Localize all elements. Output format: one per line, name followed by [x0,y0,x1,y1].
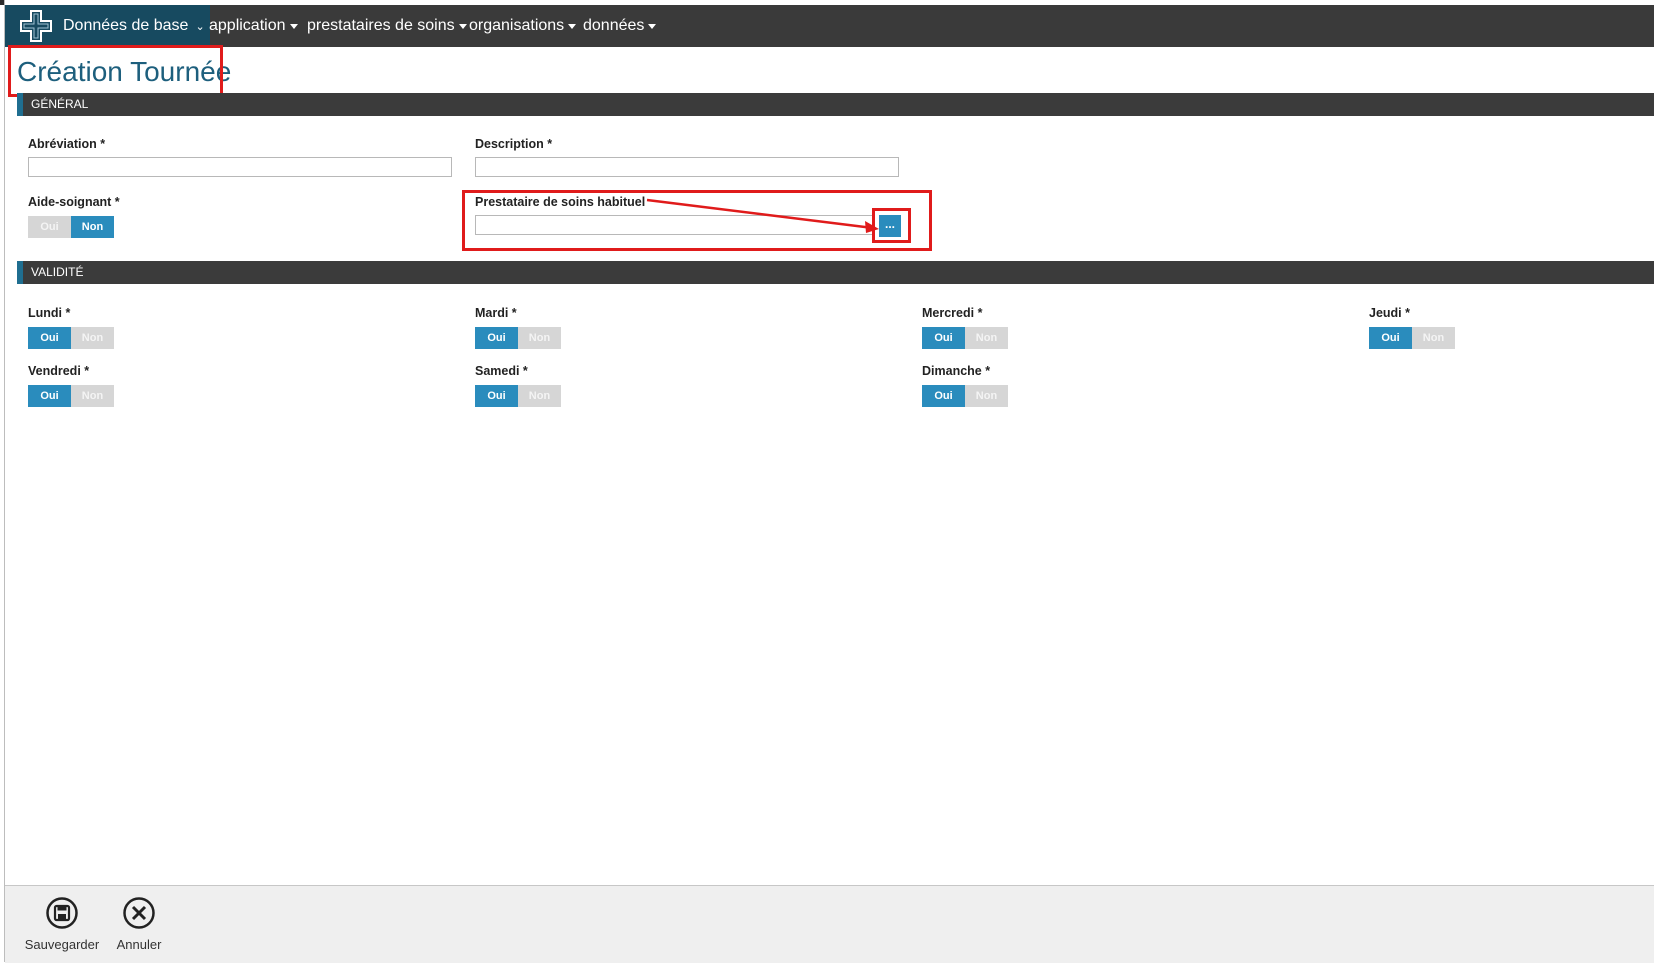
cancel-button-label: Annuler [116,937,162,952]
menu-donnees-label: données [583,17,645,34]
sunday-no-option[interactable]: Non [965,385,1008,407]
caret-down-icon [289,23,298,29]
saturday-no-option[interactable]: Non [518,385,561,407]
saturday-label: Samedi * [475,364,528,378]
friday-no-option[interactable]: Non [71,385,114,407]
sunday-toggle: Oui Non [922,385,1008,407]
annotation-highlight-title [8,45,223,97]
abbreviation-label: Abréviation * [28,137,106,151]
saturday-yes-option[interactable]: Oui [475,385,518,407]
friday-label: Vendredi * [28,364,90,378]
wednesday-no-option[interactable]: Non [965,327,1008,349]
monday-yes-option[interactable]: Oui [28,327,71,349]
menu-application-label: application [209,17,286,34]
tuesday-yes-option[interactable]: Oui [475,327,518,349]
abbreviation-input[interactable] [28,157,452,177]
save-button-label: Sauvegarder [24,937,100,952]
caret-down-icon [568,23,577,29]
monday-toggle: Oui Non [28,327,114,349]
caret-down-icon [458,23,467,29]
annotation-arrow [646,198,879,233]
description-input[interactable] [475,157,899,177]
description-label: Description * [475,137,553,151]
sunday-label: Dimanche * [922,364,991,378]
thursday-label: Jeudi * [1369,306,1410,320]
medical-cross-icon [20,10,52,42]
menu-prestataires-de-soins[interactable]: prestataires de soins [307,5,467,47]
menu-prestataires-label: prestataires de soins [307,17,455,34]
wednesday-yes-option[interactable]: Oui [922,327,965,349]
caret-down-icon [648,23,657,29]
section-header-general: GÉNÉRAL [17,93,1654,116]
app-window: Données de base ⌄ application prestatair… [4,0,1654,963]
thursday-no-option[interactable]: Non [1412,327,1455,349]
sunday-yes-option[interactable]: Oui [922,385,965,407]
thursday-yes-option[interactable]: Oui [1369,327,1412,349]
wednesday-toggle: Oui Non [922,327,1008,349]
chevron-down-icon: ⌄ [195,20,205,33]
aide-soignant-label: Aide-soignant * [28,195,120,209]
save-button[interactable]: Sauvegarder [21,896,103,952]
close-circle-icon [123,897,155,929]
floppy-disk-icon [46,897,78,929]
tuesday-no-option[interactable]: Non [518,327,561,349]
menu-organisations-label: organisations [469,17,565,34]
monday-label: Lundi * [28,306,71,320]
menu-application[interactable]: application [209,5,298,47]
tuesday-label: Mardi * [475,306,517,320]
saturday-toggle: Oui Non [475,385,561,407]
friday-yes-option[interactable]: Oui [28,385,71,407]
thursday-toggle: Oui Non [1369,327,1455,349]
top-navigation-bar: Données de base ⌄ application prestatair… [5,5,1654,47]
section-header-validity: VALIDITÉ [17,261,1654,284]
menu-organisations[interactable]: organisations [469,5,577,47]
brand-menu[interactable]: Données de base ⌄ [5,5,210,47]
menu-donnees[interactable]: données [583,5,657,47]
tuesday-toggle: Oui Non [475,327,561,349]
cancel-button[interactable]: Annuler [113,896,165,952]
bottom-action-bar: Sauvegarder Annuler [5,885,1654,963]
monday-no-option[interactable]: Non [71,327,114,349]
aide-soignant-toggle: Oui Non [28,216,114,238]
friday-toggle: Oui Non [28,385,114,407]
wednesday-label: Mercredi * [922,306,983,320]
aide-soignant-yes-option[interactable]: Oui [28,216,71,238]
brand-menu-label: Données de base [63,17,189,34]
aide-soignant-no-option[interactable]: Non [71,216,114,238]
